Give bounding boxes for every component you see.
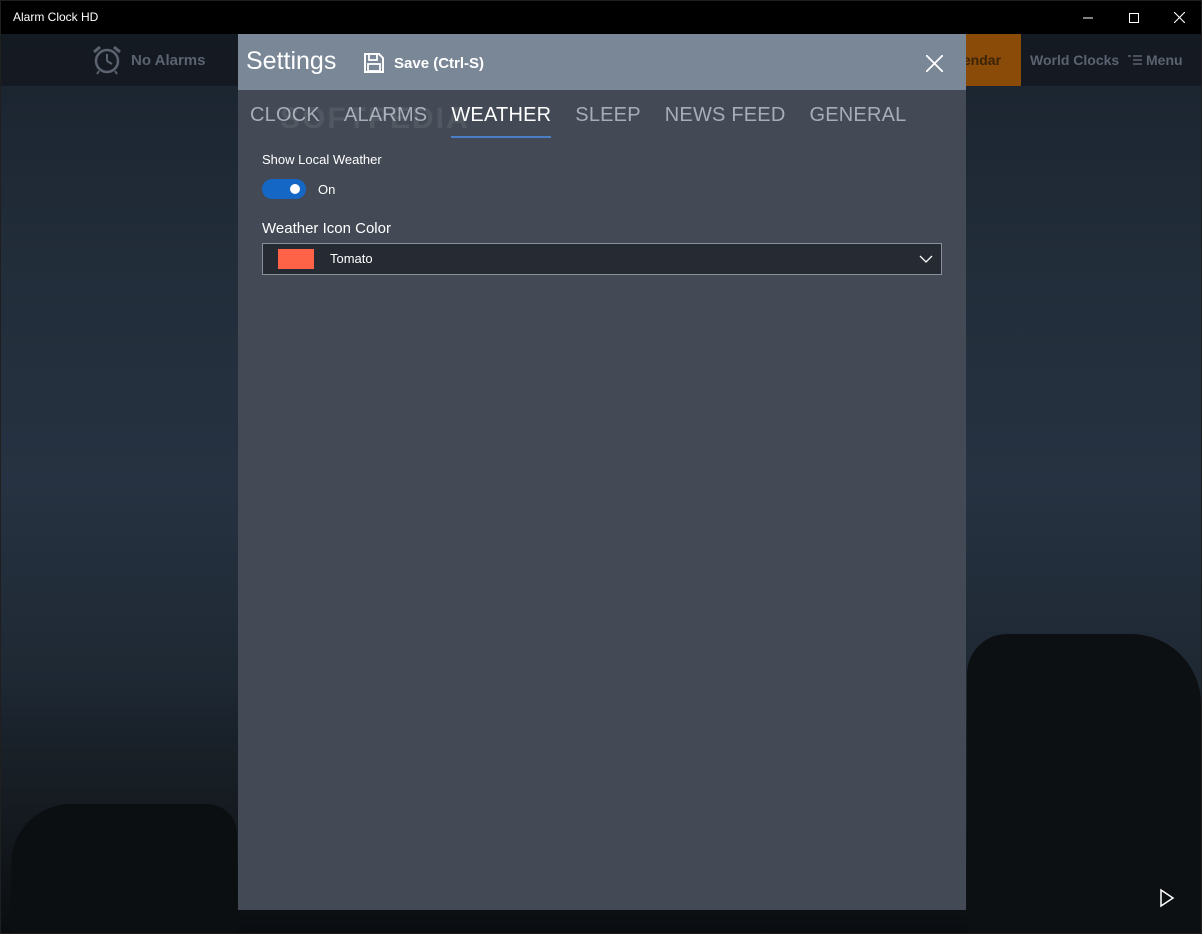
tab-alarms[interactable]: ALARMS [344, 104, 427, 138]
title-bar: Alarm Clock HD [1, 1, 1201, 34]
tab-sleep[interactable]: SLEEP [575, 104, 640, 138]
alarm-status-text: No Alarms [131, 51, 206, 69]
window-close-button[interactable] [1156, 1, 1201, 34]
settings-tabs: CLOCK ALARMS WEATHER SLEEP NEWS FEED GEN… [250, 104, 906, 138]
play-button[interactable] [1155, 885, 1179, 911]
settings-dialog: Settings Save (Ctrl-S) CLOCK ALARMS WEAT… [238, 34, 966, 910]
menu-button[interactable]: Menu [1128, 52, 1183, 68]
show-local-weather-toggle[interactable] [262, 179, 306, 199]
show-local-weather-label: Show Local Weather [262, 152, 382, 167]
close-icon [925, 54, 943, 72]
toggle-state-text: On [318, 182, 336, 197]
play-icon [1160, 888, 1175, 908]
weather-icon-color-label: Weather Icon Color [262, 220, 391, 237]
world-clocks-button[interactable]: World Clocks [1030, 52, 1119, 68]
menu-label: Menu [1146, 52, 1183, 68]
app-window: Alarm Clock HD No Alarms lendar World Cl… [0, 0, 1202, 934]
toggle-knob [290, 184, 300, 194]
rock-left [11, 804, 237, 933]
window-title: Alarm Clock HD [13, 10, 99, 24]
maximize-button[interactable] [1111, 1, 1157, 34]
floppy-disk-icon [364, 53, 384, 73]
settings-header: Settings Save (Ctrl-S) [238, 34, 966, 90]
save-button[interactable]: Save (Ctrl-S) [364, 51, 484, 75]
minimize-button[interactable] [1065, 1, 1111, 34]
chevron-down-icon [919, 255, 933, 263]
color-swatch [278, 249, 314, 269]
minimize-icon [1083, 17, 1093, 18]
tab-news-feed[interactable]: NEWS FEED [665, 104, 786, 138]
selected-color-text: Tomato [330, 251, 373, 266]
tab-clock[interactable]: CLOCK [250, 104, 320, 138]
maximize-icon [1129, 12, 1139, 23]
hamburger-menu-icon [1128, 55, 1142, 65]
save-label: Save (Ctrl-S) [394, 54, 485, 72]
weather-icon-color-dropdown[interactable]: Tomato [262, 243, 942, 275]
alarm-status-button[interactable]: No Alarms [91, 44, 205, 76]
settings-title: Settings [246, 47, 337, 75]
alarm-clock-icon [93, 45, 121, 75]
settings-close-button[interactable] [922, 51, 946, 75]
tab-weather[interactable]: WEATHER [451, 104, 552, 138]
close-icon [1173, 12, 1185, 23]
calendar-tab[interactable]: lendar [959, 34, 1021, 86]
tab-general[interactable]: GENERAL [809, 104, 906, 138]
